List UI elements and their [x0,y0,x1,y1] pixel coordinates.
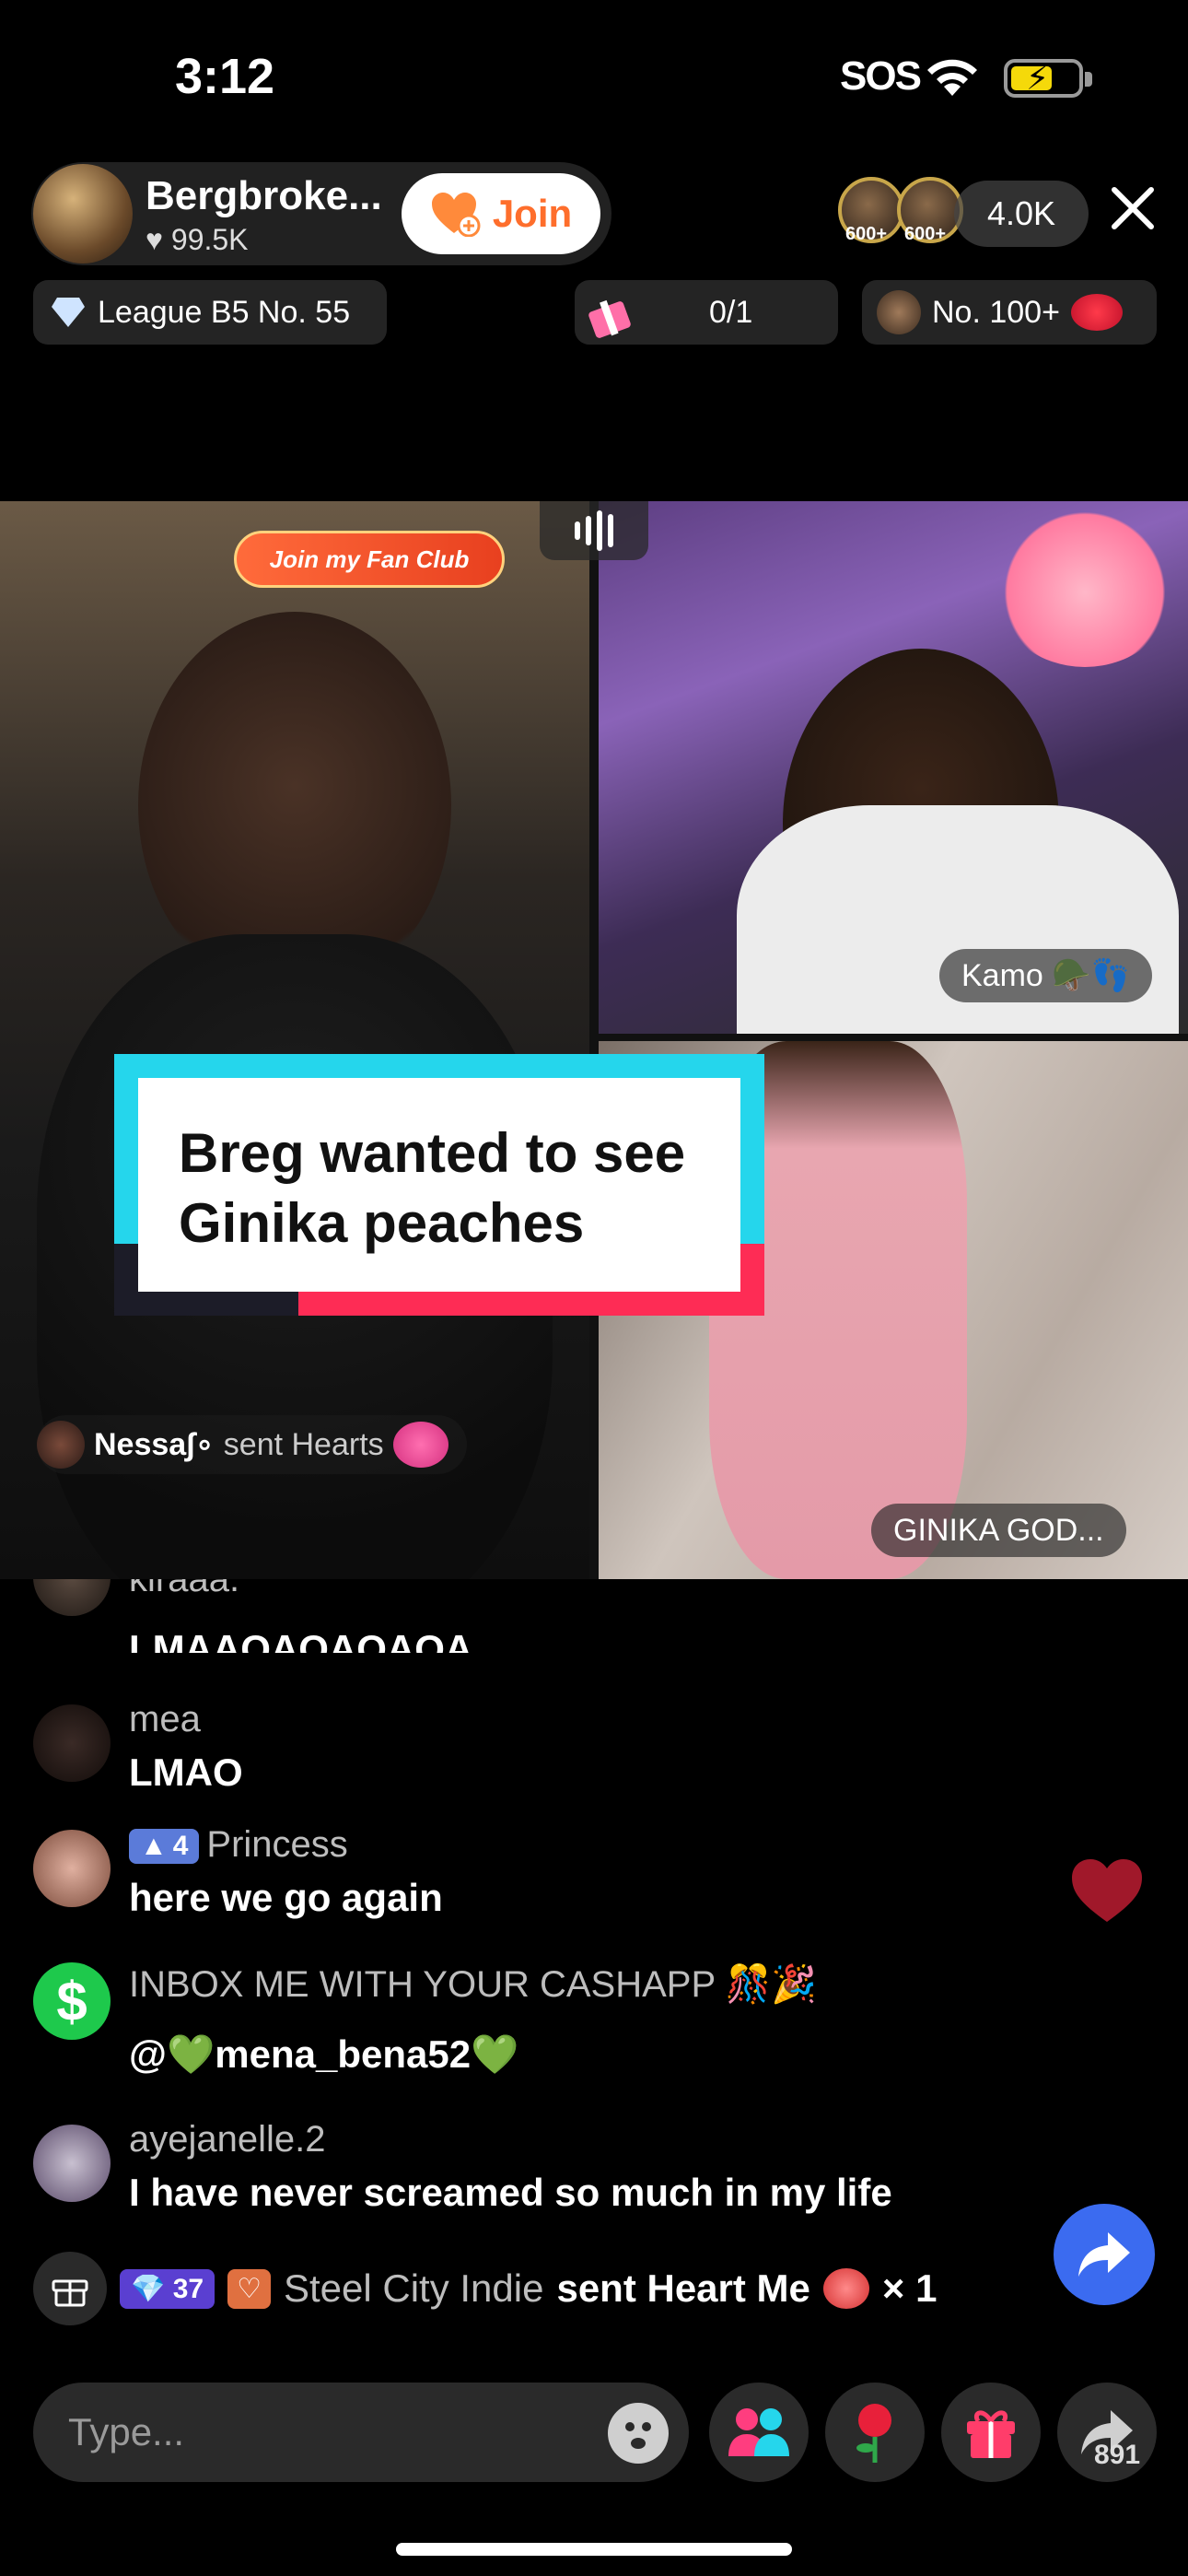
wifi-icon [927,59,977,96]
host-likes-value: 99.5K [170,223,249,256]
guest1-name-tag: Kamo 🪖👣 [939,949,1152,1002]
gifter-level-badge: 💎 37 [120,2268,215,2309]
heart-plus-icon [431,193,481,237]
battery-icon: ⚡ [1004,59,1092,98]
video-tile-guest-1[interactable]: Kamo 🪖👣 [599,501,1188,1034]
heart-me-gift-icon [822,2268,869,2309]
league-pill[interactable]: League B5 No. 55 [33,280,387,345]
progress-pill[interactable]: 0/1 [575,280,838,345]
comment-user[interactable]: Princess [206,1824,347,1865]
status-bar: 3:12 SOS ⚡ [0,0,1188,157]
people-icon [728,2408,789,2456]
comment-message: LMAO [129,1751,243,1794]
fan-club-mascot[interactable] [993,501,1177,667]
share-floating-button[interactable] [1054,2204,1155,2305]
comment-message: @💚mena_bena52💚 [129,2032,519,2076]
viewer-badge: 600+ [904,224,947,244]
caption-line-2: Ginika peaches [179,1192,585,1254]
comment-item[interactable]: mea LMAO [33,1699,1065,1800]
comment-avatar[interactable] [33,2125,111,2202]
gift-sender-name: Nessa∫∘ [94,1427,215,1462]
join-button[interactable]: Join [402,173,600,254]
gift-outline-icon [52,2279,88,2307]
comment-item[interactable]: ayejanelle.2 I have never screamed so mu… [33,2119,1065,2220]
gift-event-user[interactable]: Steel City Indie [284,2266,543,2311]
comment-item[interactable]: $ INBOX ME WITH YOUR CASHAPP 🎊🎉 @💚mena_b… [33,1962,1065,2082]
guest2-name-tag: GINIKA GOD... [871,1504,1126,1557]
caption-overlay: Breg wanted to see Ginika peaches [114,1054,764,1316]
hearts-gift-icon [392,1422,448,1468]
top-viewers[interactable]: 600+ 600+ 4.0K [838,177,1089,251]
rose-gift-button[interactable] [825,2383,925,2482]
gift-sender-avatar [37,1421,85,1469]
close-icon[interactable] [1105,181,1160,236]
share-count: 891 [1094,2440,1141,2470]
host-avatar[interactable] [33,164,133,263]
status-carrier: SOS [840,53,922,99]
gift-event-count: × 1 [881,2266,938,2310]
comment-feed[interactable]: kiraaa. LMAAOAOAOAOA mea LMAO ▲ 4 Princes… [0,1579,1188,2316]
caption-line-1: Breg wanted to see [179,1122,686,1184]
video-tile-host[interactable]: Join my Fan Club Nessa∫∘ sent Hearts [0,501,589,1579]
progress-label: 0/1 [709,294,753,330]
comment-user[interactable]: kiraaa. [129,1579,239,1600]
host-bar[interactable]: Bergbroke... ♥ 99.5K Join [31,162,611,265]
gift-event-row: 💎 37 ♡ Steel City Indie sent Heart Me × … [33,2252,1120,2325]
rank-label: No. 100+ [932,294,1060,330]
status-time: 3:12 [175,49,275,104]
home-indicator[interactable] [396,2543,792,2556]
host-name[interactable]: Bergbroke... [146,173,382,219]
gift-button[interactable] [941,2383,1041,2482]
rose-icon [856,2404,891,2463]
comment-user[interactable]: ayejanelle.2 [129,2119,326,2160]
comment-user-row: INBOX ME WITH YOUR CASHAPP 🎊🎉 [129,1964,818,2005]
level-badge: ▲ 4 [129,1829,200,1865]
fan-club-button[interactable]: Join my Fan Club [234,531,505,588]
comment-message: I have never screamed so much in my life [129,2171,892,2214]
gifter-level: 37 [172,2273,204,2304]
multi-guest-button[interactable] [709,2383,809,2482]
gift-list-button[interactable] [33,2252,107,2325]
gift-icon [967,2410,1015,2458]
league-label: League B5 No. 55 [98,294,351,330]
cashapp-avatar[interactable]: $ [33,1962,111,2040]
fan-badge-icon: ♡ [227,2268,271,2309]
comment-message: here we go again [129,1876,443,1919]
host-likes: ♥ 99.5K [146,223,249,256]
viewer-avatar[interactable]: 600+ [838,177,904,244]
level-value: 4 [172,1831,189,1862]
comment-avatar[interactable] [33,1704,111,1782]
gift-notification: Nessa∫∘ sent Hearts [37,1415,467,1474]
bottom-bar [0,2375,1188,2486]
diamond-icon [52,298,85,327]
comment-avatar[interactable] [33,1579,111,1616]
rank-pill[interactable]: No. 100+ [862,280,1157,345]
gift-box-icon [588,299,631,338]
share-arrow-icon [1078,2232,1130,2277]
caption-text: Breg wanted to see Ginika peaches [179,1118,731,1259]
audio-level-icon [540,501,648,560]
rank-avatar [877,290,921,334]
emoji-face-icon [625,2422,651,2449]
comment-item[interactable]: ▲ 4 Princess here we go again [33,1824,1065,1926]
join-label: Join [492,192,573,235]
comment-user-row: ▲ 4 Princess [129,1824,348,1866]
gift-action: sent Hearts [223,1426,384,1462]
lips-icon [1070,294,1123,331]
comment-avatar[interactable] [33,1830,111,1907]
comment-user[interactable]: INBOX ME WITH YOUR CASHAPP [129,1964,715,2005]
multi-guest-video: Join my Fan Club Nessa∫∘ sent Hearts Kam… [0,501,1188,1579]
gift-event-action: sent Heart Me [556,2266,810,2310]
comment-item[interactable]: kiraaa. LMAAOAOAOAOA [33,1579,1065,1653]
comment-message: LMAAOAOAOAOA [129,1627,473,1653]
guest1-name: Kamo [961,957,1043,993]
comment-user[interactable]: mea [129,1699,201,1740]
comment-input[interactable] [33,2383,689,2482]
viewer-badge: 600+ [845,224,888,244]
viewer-count[interactable]: 4.0K [954,181,1089,247]
emoji-icon[interactable] [608,2403,669,2464]
guest2-name: GINIKA GOD... [893,1512,1104,1548]
floating-heart-icon [1072,1859,1142,1922]
